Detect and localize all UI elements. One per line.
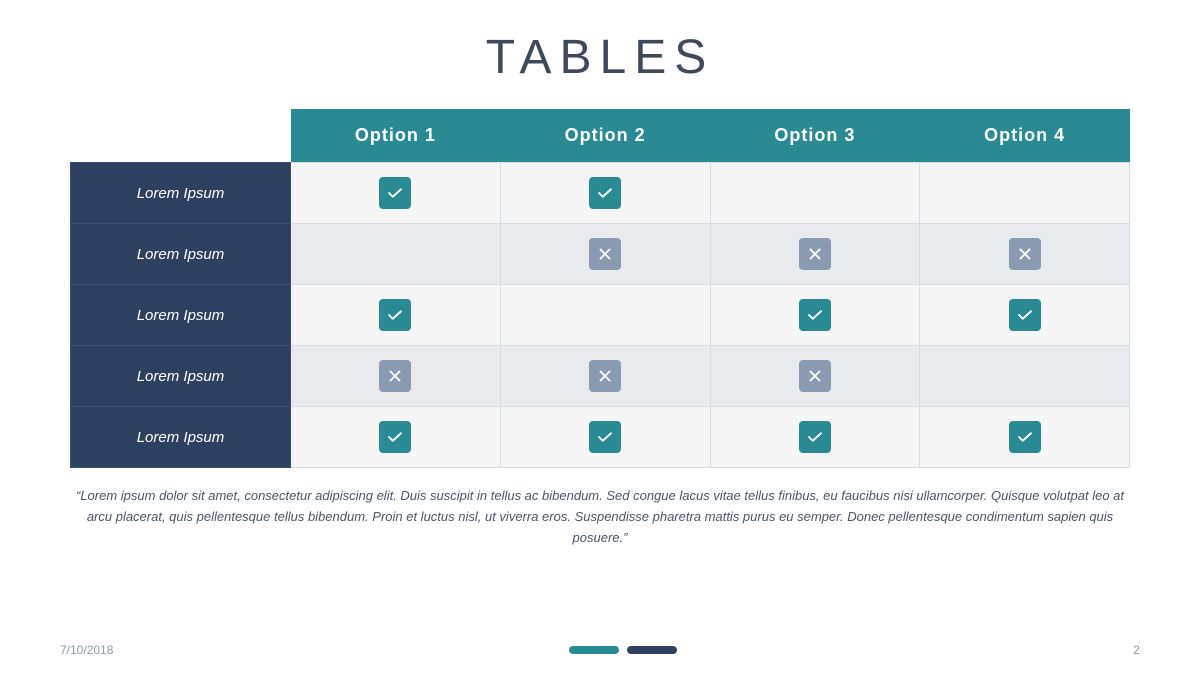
row-label: Lorem Ipsum bbox=[71, 285, 291, 346]
cross-icon bbox=[799, 360, 831, 392]
table-row: Lorem Ipsum bbox=[71, 346, 1130, 407]
quote-text: “Lorem ipsum dolor sit amet, consectetur… bbox=[70, 486, 1130, 548]
pagination-dot-active bbox=[569, 646, 619, 654]
footer-page-number: 2 bbox=[1133, 643, 1140, 657]
table-row: Lorem Ipsum bbox=[71, 407, 1130, 468]
cross-icon bbox=[799, 238, 831, 270]
table-wrapper: Option 1 Option 2 Option 3 Option 4 Lore… bbox=[70, 109, 1130, 468]
table-cell bbox=[291, 163, 501, 224]
table-cell bbox=[291, 407, 501, 468]
check-icon bbox=[799, 421, 831, 453]
header-option4: Option 4 bbox=[920, 109, 1130, 163]
table-cell bbox=[710, 163, 920, 224]
table-cell bbox=[920, 224, 1130, 285]
row-label: Lorem Ipsum bbox=[71, 224, 291, 285]
header-option2: Option 2 bbox=[500, 109, 710, 163]
check-icon bbox=[1009, 299, 1041, 331]
row-label: Lorem Ipsum bbox=[71, 346, 291, 407]
footer-pagination bbox=[569, 646, 677, 654]
header-empty bbox=[71, 109, 291, 163]
check-icon bbox=[1009, 421, 1041, 453]
check-icon bbox=[589, 177, 621, 209]
table-cell bbox=[500, 407, 710, 468]
footer: 7/10/2018 2 bbox=[0, 643, 1200, 657]
table-cell bbox=[920, 407, 1130, 468]
table-cell bbox=[710, 407, 920, 468]
row-label: Lorem Ipsum bbox=[71, 407, 291, 468]
table-row: Lorem Ipsum bbox=[71, 224, 1130, 285]
cross-icon bbox=[589, 360, 621, 392]
check-icon bbox=[379, 299, 411, 331]
table-cell bbox=[291, 285, 501, 346]
page-title: TABLES bbox=[486, 30, 715, 85]
table-header-row: Option 1 Option 2 Option 3 Option 4 bbox=[71, 109, 1130, 163]
table-cell bbox=[710, 346, 920, 407]
cross-icon bbox=[589, 238, 621, 270]
table-cell bbox=[920, 285, 1130, 346]
table-row: Lorem Ipsum bbox=[71, 163, 1130, 224]
comparison-table: Option 1 Option 2 Option 3 Option 4 Lore… bbox=[70, 109, 1130, 468]
footer-date: 7/10/2018 bbox=[60, 643, 113, 657]
table-cell bbox=[920, 346, 1130, 407]
check-icon bbox=[379, 177, 411, 209]
table-cell bbox=[710, 224, 920, 285]
table-cell bbox=[291, 224, 501, 285]
slide: TABLES Option 1 Option 2 Option 3 Option… bbox=[0, 0, 1200, 675]
cross-icon bbox=[379, 360, 411, 392]
check-icon bbox=[589, 421, 621, 453]
table-cell bbox=[500, 346, 710, 407]
table-row: Lorem Ipsum bbox=[71, 285, 1130, 346]
table-cell bbox=[920, 163, 1130, 224]
table-cell bbox=[291, 346, 501, 407]
table-cell bbox=[500, 163, 710, 224]
table-cell bbox=[500, 285, 710, 346]
table-cell bbox=[710, 285, 920, 346]
check-icon bbox=[379, 421, 411, 453]
pagination-dot-inactive bbox=[627, 646, 677, 654]
header-option3: Option 3 bbox=[710, 109, 920, 163]
check-icon bbox=[799, 299, 831, 331]
row-label: Lorem Ipsum bbox=[71, 163, 291, 224]
quote-section: “Lorem ipsum dolor sit amet, consectetur… bbox=[70, 486, 1130, 548]
table-cell bbox=[500, 224, 710, 285]
header-option1: Option 1 bbox=[291, 109, 501, 163]
cross-icon bbox=[1009, 238, 1041, 270]
